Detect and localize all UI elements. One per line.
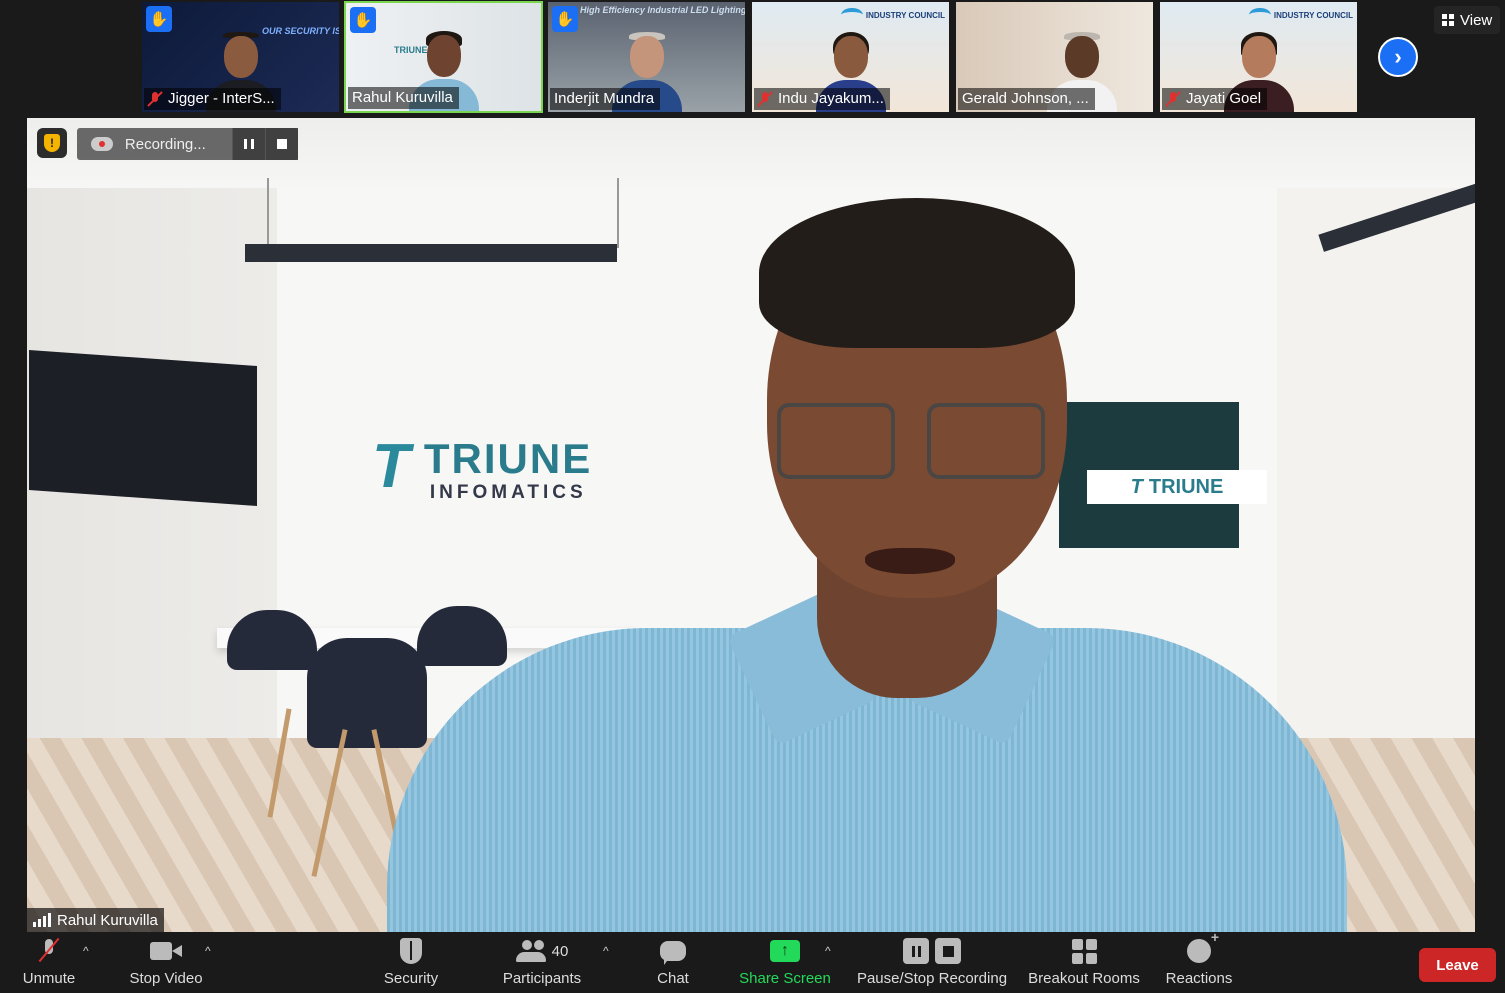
- chevron-right-icon: ›: [1394, 44, 1402, 69]
- video-camera-icon: [150, 941, 182, 961]
- background-caption: INDUSTRY COUNCIL: [1273, 10, 1353, 20]
- share-options-caret[interactable]: ^: [825, 944, 831, 958]
- security-status-icon[interactable]: !: [37, 128, 67, 158]
- stop-icon: [935, 938, 961, 964]
- mic-muted-icon: [758, 91, 772, 107]
- active-speaker-video[interactable]: T TRIUNE T TRIUNE INFOMATICS: [27, 118, 1475, 932]
- pause-stop-recording-button[interactable]: Pause/Stop Recording: [856, 932, 1008, 993]
- participant-name-text: Jayati Goel: [1186, 90, 1262, 107]
- speaker-name: Rahul Kuruvilla: [57, 911, 158, 929]
- speaker-person: [387, 198, 1347, 932]
- participant-name: Jigger - InterS...: [144, 88, 281, 110]
- view-button[interactable]: View: [1434, 6, 1501, 34]
- raised-hand-icon: ✋: [552, 6, 578, 32]
- pause-stop-recording-label: Pause/Stop Recording: [856, 970, 1008, 987]
- unmute-button[interactable]: Unmute: [14, 932, 84, 993]
- participant-thumbnail[interactable]: INDUSTRY COUNCIL Indu Jayakum...: [751, 1, 950, 113]
- participant-thumbnail[interactable]: High Efficiency Industrial LED Lighting …: [547, 1, 746, 113]
- breakout-rooms-icon: [1071, 938, 1097, 964]
- lamp-wire: [267, 178, 269, 248]
- participant-name: Gerald Johnson, ...: [958, 88, 1095, 110]
- participant-name-text: Gerald Johnson, ...: [962, 90, 1089, 107]
- participants-count: 40: [551, 942, 569, 960]
- chat-button[interactable]: Chat: [648, 932, 698, 993]
- mic-muted-icon: [1166, 91, 1180, 107]
- mic-muted-icon: [148, 91, 162, 107]
- breakout-rooms-button[interactable]: Breakout Rooms: [1026, 932, 1142, 993]
- breakout-rooms-label: Breakout Rooms: [1028, 970, 1140, 987]
- participants-icon: [515, 940, 546, 962]
- participants-options-caret[interactable]: ^: [603, 944, 609, 958]
- speaker-name-label: Rahul Kuruvilla: [27, 908, 164, 932]
- background-caption: High Efficiency Industrial LED Lighting: [580, 5, 746, 15]
- raised-hand-icon: ✋: [350, 7, 376, 33]
- background-caption: INDUSTRY COUNCIL: [865, 10, 945, 20]
- pause-icon: [244, 139, 255, 149]
- view-label: View: [1460, 11, 1493, 29]
- security-label: Security: [383, 970, 439, 987]
- participant-name-text: Indu Jayakum...: [778, 90, 884, 107]
- participants-label: Participants: [502, 970, 582, 987]
- share-screen-label: Share Screen: [739, 970, 831, 987]
- pause-icon: [903, 938, 929, 964]
- security-button[interactable]: Security: [376, 932, 446, 993]
- share-screen-button[interactable]: ↑ Share Screen: [736, 932, 834, 993]
- pause-recording-button[interactable]: [232, 128, 266, 160]
- unmute-label: Unmute: [22, 970, 76, 987]
- industry-council-logo: INDUSTRY COUNCIL: [1249, 8, 1353, 22]
- next-page-button[interactable]: ›: [1378, 37, 1418, 77]
- participant-thumbnail[interactable]: OUR SECURITY IS OUR PRIORITY ✋ Jigger - …: [141, 1, 340, 113]
- participants-button[interactable]: 40 Participants: [496, 932, 588, 993]
- stop-video-label: Stop Video: [129, 970, 203, 987]
- chat-label: Chat: [657, 970, 689, 987]
- reactions-button[interactable]: Reactions: [1164, 929, 1234, 993]
- stop-video-button[interactable]: Stop Video: [124, 932, 208, 993]
- industry-council-logo: INDUSTRY COUNCIL: [841, 8, 945, 22]
- recording-indicator: Recording...: [77, 128, 298, 160]
- cloud-recording-icon: [91, 137, 113, 151]
- mic-muted-icon: [41, 939, 57, 963]
- meeting-toolbar: Unmute ^ Stop Video ^ Security 40 Partic…: [0, 929, 1505, 993]
- grid-view-icon: [1442, 14, 1454, 26]
- leave-meeting-button[interactable]: Leave: [1419, 948, 1496, 982]
- participant-name: Jayati Goel: [1162, 88, 1268, 110]
- participant-name: Rahul Kuruvilla: [348, 87, 459, 109]
- signal-strength-icon: [33, 913, 51, 927]
- wall-tv: [29, 350, 257, 506]
- chat-bubble-icon: [660, 941, 686, 965]
- audio-options-caret[interactable]: ^: [83, 944, 89, 958]
- shield-icon: [400, 938, 422, 964]
- stop-icon: [277, 139, 288, 149]
- participant-thumbnail[interactable]: TRIUNE ✋ Rahul Kuruvilla: [344, 1, 543, 113]
- stop-recording-button[interactable]: [265, 128, 298, 160]
- participant-name-text: Jigger - InterS...: [168, 90, 275, 107]
- participant-thumbnail[interactable]: Gerald Johnson, ...: [955, 1, 1154, 113]
- reactions-label: Reactions: [1165, 970, 1233, 987]
- participant-name: Indu Jayakum...: [754, 88, 890, 110]
- video-options-caret[interactable]: ^: [205, 944, 211, 958]
- participant-name-text: Inderjit Mundra: [554, 90, 655, 107]
- share-screen-icon: ↑: [770, 940, 800, 962]
- raised-hand-icon: ✋: [146, 6, 172, 32]
- smiley-add-icon: [1187, 929, 1219, 963]
- participant-thumbnail[interactable]: INDUSTRY COUNCIL Jayati Goel: [1159, 1, 1358, 113]
- participant-name-text: Rahul Kuruvilla: [352, 89, 453, 106]
- recording-label: Recording...: [124, 135, 206, 153]
- participant-name: Inderjit Mundra: [550, 88, 661, 110]
